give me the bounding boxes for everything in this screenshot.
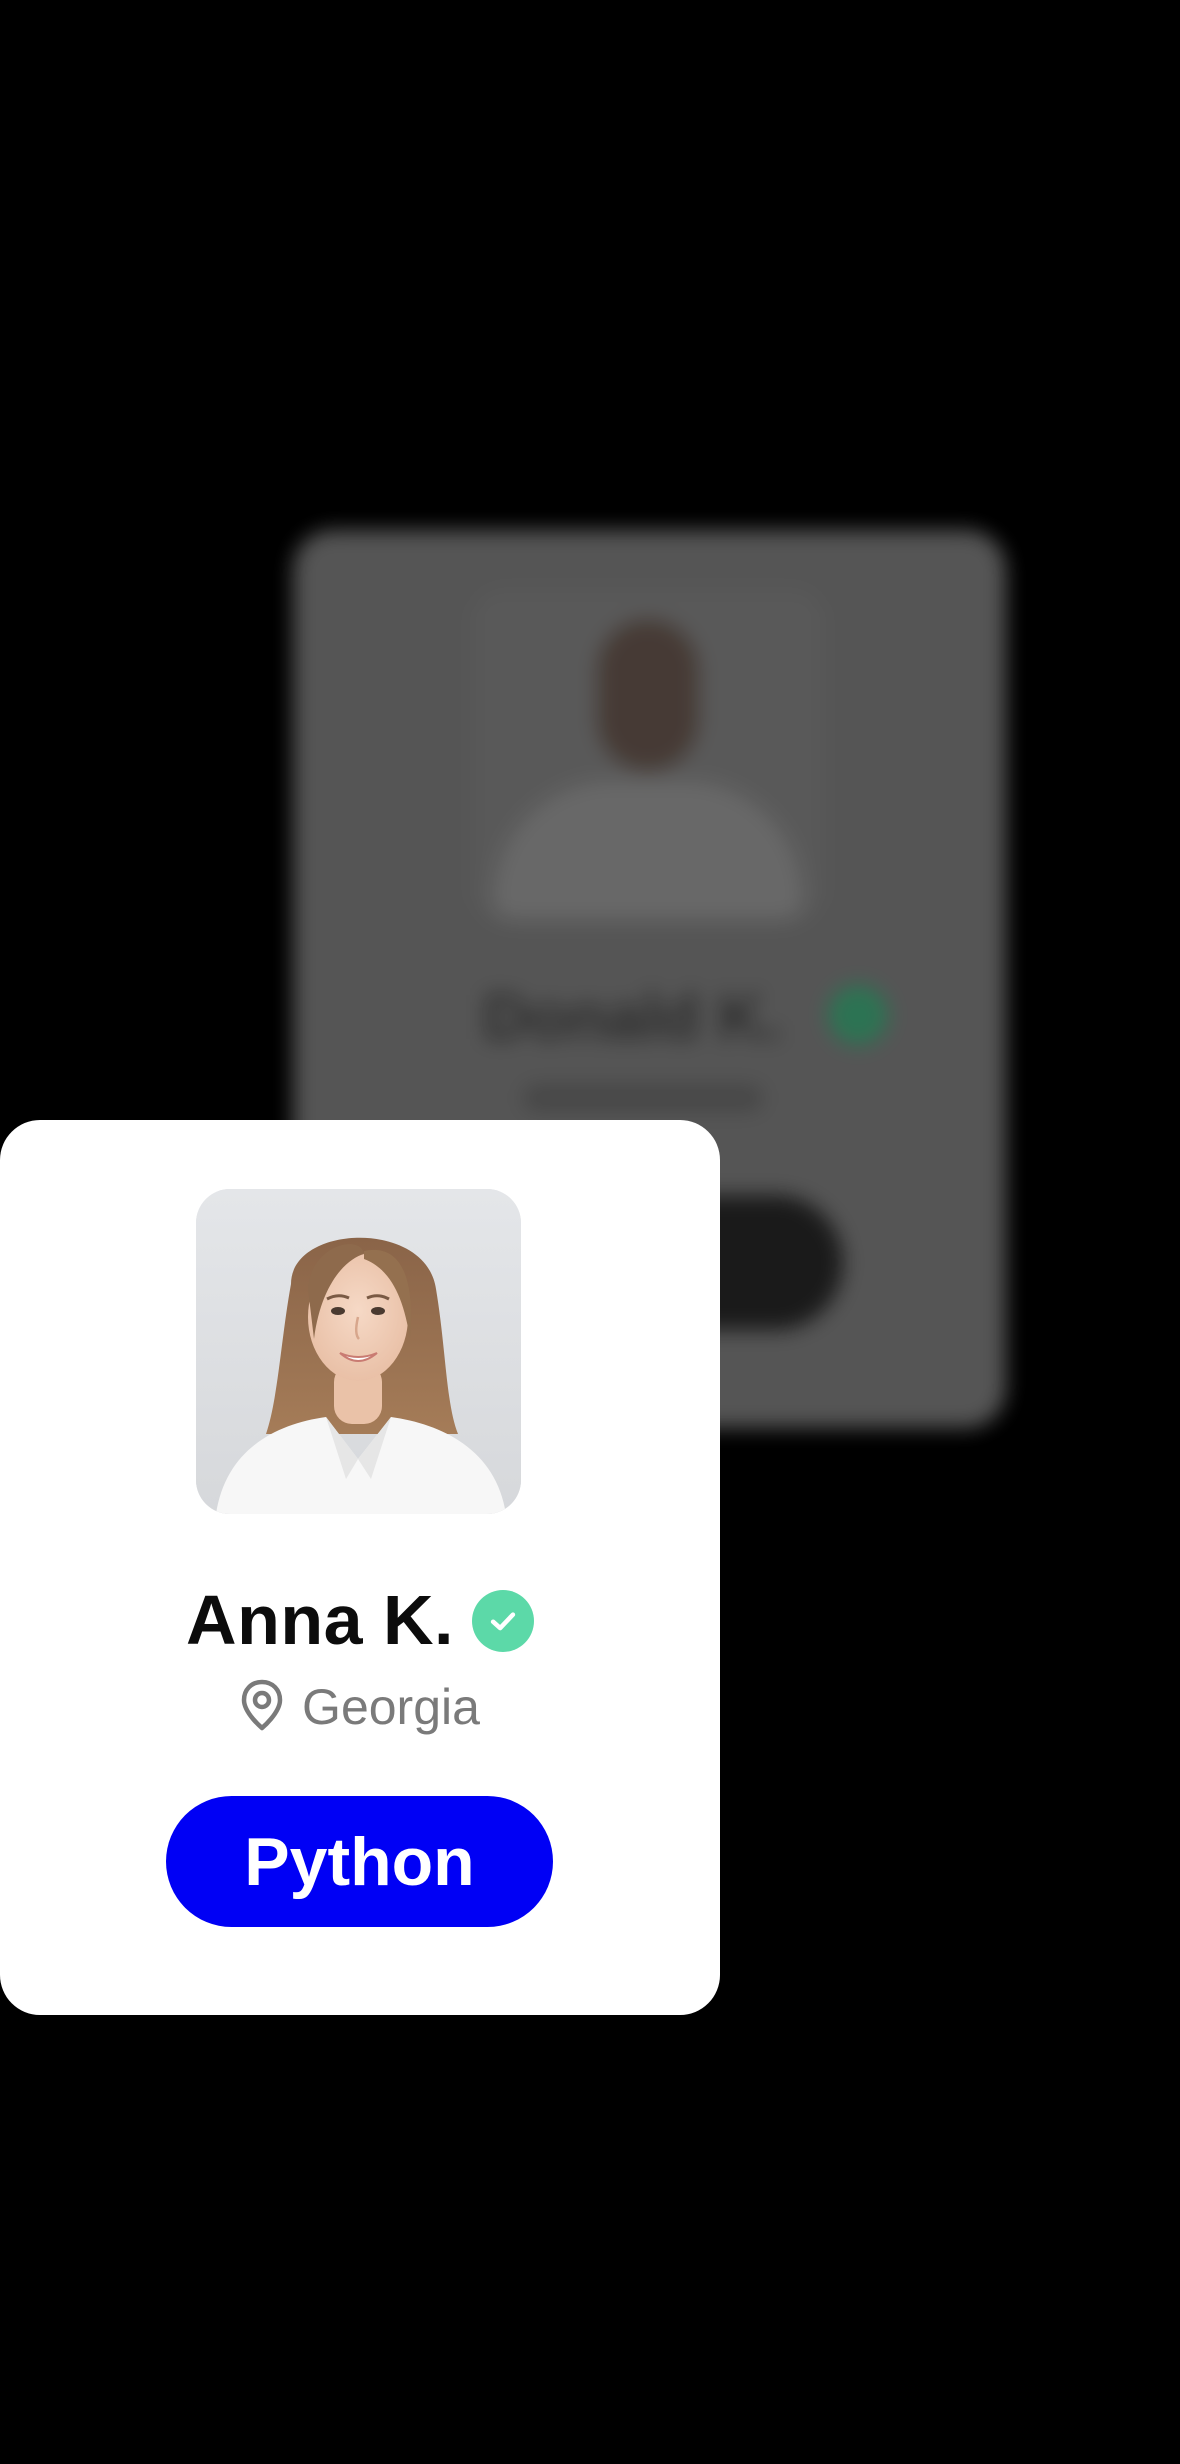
check-circle-icon [471,1590,534,1652]
map-pin-icon [240,1679,284,1736]
profile-card[interactable]: Anna K. Georgia Python [0,1120,720,2015]
location-row: Georgia [0,1672,720,1742]
screen: Donald K. Anna K. Georgia Python [0,0,1180,2464]
name-row: Anna K. [0,1575,720,1665]
avatar [196,1189,521,1514]
background-profile-name: Donald K. [483,981,782,1053]
location-text: Georgia [302,1679,480,1735]
avatar-illustration [196,1189,521,1514]
skill-tag-button[interactable]: Python [166,1796,553,1927]
background-location [523,1085,763,1111]
background-verified-icon [828,985,888,1045]
background-avatar [473,590,823,920]
profile-name: Anna K. [186,1581,454,1659]
background-avatar-head [598,620,698,770]
background-avatar-shoulders [493,780,803,920]
